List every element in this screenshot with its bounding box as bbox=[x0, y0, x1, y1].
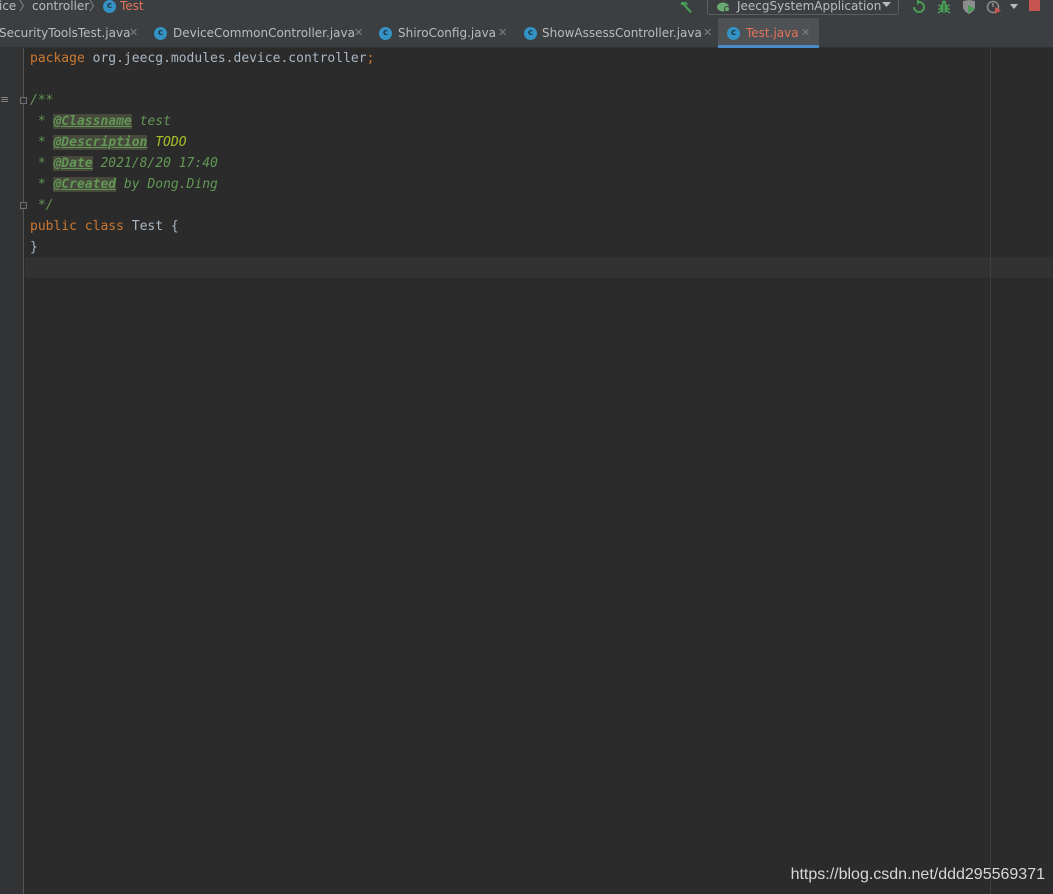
javadoc-tag: @Classname bbox=[53, 114, 132, 129]
java-class-icon: c bbox=[524, 27, 537, 40]
close-icon[interactable]: ✕ bbox=[703, 26, 712, 40]
keyword: class bbox=[84, 219, 124, 234]
run-with-coverage-icon[interactable] bbox=[961, 0, 977, 15]
doc-prefix: * bbox=[30, 114, 54, 129]
debug-bug-icon[interactable] bbox=[936, 0, 952, 15]
close-icon[interactable]: ✕ bbox=[498, 26, 507, 40]
brace-open: { bbox=[163, 219, 179, 234]
tab-shiro-config[interactable]: c ShiroConfig.java ✕ bbox=[370, 18, 515, 48]
breadcrumb-item-package[interactable]: ice bbox=[0, 0, 16, 14]
breadcrumb-separator-icon: 〉 bbox=[89, 0, 102, 13]
doc-comment-line: * @Date 2021/8/20 17:40 bbox=[30, 153, 218, 174]
close-icon[interactable]: ✕ bbox=[801, 26, 810, 40]
tab-security-tools-test[interactable]: SecurityToolsTest.java ✕ bbox=[0, 18, 146, 48]
java-class-icon: c bbox=[727, 27, 740, 40]
caret-line-highlight bbox=[25, 257, 1053, 278]
close-icon[interactable]: ✕ bbox=[129, 26, 138, 40]
spring-boot-icon bbox=[717, 2, 730, 12]
chevron-down-icon[interactable] bbox=[1010, 4, 1018, 10]
right-margin-guide bbox=[990, 48, 991, 894]
tab-show-assess-controller[interactable]: c ShowAssessController.java ✕ bbox=[515, 18, 718, 48]
keyword: package bbox=[30, 51, 85, 66]
keyword: public bbox=[30, 219, 77, 234]
doc-prefix: * bbox=[30, 156, 54, 171]
tab-test-java[interactable]: c Test.java ✕ bbox=[718, 18, 819, 48]
run-configuration-select[interactable]: JeecgSystemApplication bbox=[707, 0, 899, 15]
tab-label: Test.java bbox=[746, 26, 799, 40]
doc-text: by Dong.Ding bbox=[116, 177, 218, 192]
close-icon[interactable]: ✕ bbox=[354, 26, 363, 40]
code-line-package: package org.jeecg.modules.device.control… bbox=[30, 48, 374, 69]
breadcrumb-separator-icon: 〉 bbox=[19, 0, 32, 13]
watermark-text: https://blog.csdn.net/ddd295569371 bbox=[790, 866, 1045, 883]
todo-text: TODO bbox=[147, 135, 187, 150]
package-name: org.jeecg.modules.device.controller bbox=[92, 51, 367, 66]
doc-prefix: * bbox=[30, 177, 54, 192]
javadoc-tag: @Description bbox=[53, 135, 148, 150]
semicolon: ; bbox=[366, 51, 375, 66]
javadoc-tag: @Date bbox=[53, 156, 93, 171]
editor-gutter[interactable]: ≡ bbox=[0, 48, 27, 894]
tab-label: SecurityToolsTest.java bbox=[0, 26, 131, 40]
editor-tab-bar: SecurityToolsTest.java ✕ c DeviceCommonC… bbox=[0, 18, 1053, 48]
java-class-icon: c bbox=[103, 0, 116, 13]
code-line-class: public class Test { bbox=[30, 216, 179, 237]
java-class-icon: c bbox=[379, 27, 392, 40]
doc-comment-open: /** bbox=[30, 93, 54, 108]
doc-text: test bbox=[131, 114, 171, 129]
build-hammer-icon[interactable] bbox=[679, 0, 695, 15]
doc-comment-close: */ bbox=[30, 198, 54, 213]
code-line-brace-close: } bbox=[30, 240, 38, 255]
run-configuration-label: JeecgSystemApplication bbox=[737, 0, 882, 13]
tab-label: ShowAssessController.java bbox=[542, 26, 702, 40]
breadcrumb-item-controller[interactable]: controller bbox=[32, 0, 89, 14]
tab-label: ShiroConfig.java bbox=[398, 26, 497, 40]
javadoc-tag: @Created bbox=[53, 177, 117, 192]
code-editor[interactable]: ≡ package org.jeecg.modules.device.contr… bbox=[0, 48, 1053, 894]
doc-prefix: * bbox=[30, 135, 54, 150]
chevron-down-icon bbox=[882, 2, 891, 7]
doc-comment-line: * @Classname test bbox=[30, 111, 171, 132]
profiler-icon[interactable] bbox=[986, 0, 1002, 15]
doc-comment-line: * @Created by Dong.Ding bbox=[30, 174, 218, 195]
tab-device-common-controller[interactable]: c DeviceCommonController.java ✕ bbox=[146, 18, 370, 48]
class-name: Test bbox=[131, 219, 164, 234]
tab-label: DeviceCommonController.java bbox=[173, 26, 355, 40]
structure-icon: ≡ bbox=[0, 93, 10, 106]
doc-text: 2021/8/20 17:40 bbox=[92, 156, 218, 171]
breadcrumb-item-test[interactable]: Test bbox=[120, 0, 144, 14]
navigation-bar: ice 〉 controller 〉 c Test JeecgSystemApp… bbox=[0, 0, 1053, 18]
rerun-icon[interactable] bbox=[911, 0, 927, 15]
doc-comment-line: * @Description TODO bbox=[30, 132, 187, 153]
fold-marker-icon[interactable] bbox=[20, 202, 27, 209]
stop-icon[interactable] bbox=[1029, 0, 1040, 11]
java-class-icon: c bbox=[154, 27, 167, 40]
fold-marker-icon[interactable] bbox=[20, 97, 27, 104]
ide-window: ice 〉 controller 〉 c Test JeecgSystemApp… bbox=[0, 0, 1053, 894]
